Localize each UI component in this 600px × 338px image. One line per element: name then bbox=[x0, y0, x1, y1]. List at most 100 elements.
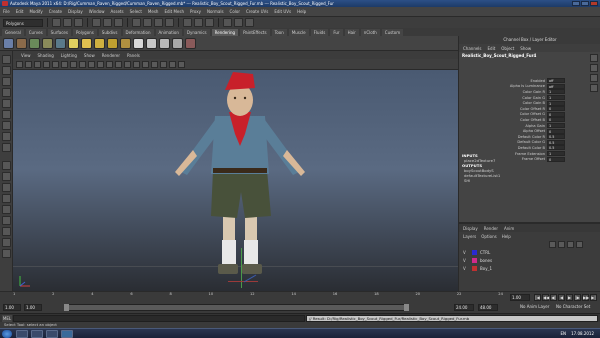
shelf-tab-subdivs[interactable]: Subdivs bbox=[98, 28, 121, 36]
attribute-name[interactable]: Alpha Is Luminance bbox=[459, 84, 547, 88]
animation-end-field[interactable]: 48.00 bbox=[478, 304, 498, 311]
resolution-gate-icon[interactable] bbox=[70, 60, 77, 68]
attribute-value[interactable]: 1 bbox=[547, 100, 565, 106]
layer-tab-display[interactable]: Display bbox=[463, 226, 478, 231]
dope-sheet-layout-icon[interactable] bbox=[2, 238, 11, 247]
textured-icon[interactable] bbox=[142, 60, 149, 68]
new-empty-layer-icon[interactable] bbox=[567, 240, 574, 248]
layer-visibility-toggle[interactable]: V bbox=[463, 266, 469, 271]
four-pane-layout-icon[interactable] bbox=[2, 172, 11, 181]
render-icon[interactable] bbox=[16, 37, 27, 49]
playback-button[interactable]: ▶ bbox=[566, 294, 573, 301]
blinn-icon[interactable] bbox=[146, 37, 157, 49]
layer-row[interactable]: V CTRL bbox=[459, 248, 600, 256]
attribute-value[interactable]: 0.5 bbox=[547, 145, 565, 151]
attribute-value[interactable]: 1 bbox=[547, 95, 565, 101]
tool-settings-toggle-icon[interactable] bbox=[234, 18, 243, 27]
anisotropic-icon[interactable] bbox=[172, 37, 183, 49]
playback-button[interactable]: ▶▶ bbox=[582, 294, 589, 301]
field-chart-icon[interactable] bbox=[88, 60, 95, 68]
layer-tab-render[interactable]: Render bbox=[484, 226, 498, 231]
shelf-tab-custom[interactable]: Custom bbox=[381, 28, 404, 36]
attribute-name[interactable]: Default Color B bbox=[459, 146, 547, 150]
shelf-tab-deformation[interactable]: Deformation bbox=[122, 28, 154, 36]
attribute-name[interactable]: Color Gain R bbox=[459, 90, 547, 94]
render-settings-icon[interactable] bbox=[205, 18, 214, 27]
panel-menu-view[interactable]: View bbox=[21, 53, 31, 58]
move-tool-icon[interactable] bbox=[2, 88, 11, 97]
range-end-handle[interactable] bbox=[404, 304, 409, 311]
grid-icon[interactable] bbox=[52, 60, 59, 68]
playback-button[interactable]: ◀◀ bbox=[542, 294, 549, 301]
ipr-icon[interactable] bbox=[29, 37, 40, 49]
attribute-value[interactable]: 0 bbox=[547, 156, 565, 162]
menu-color[interactable]: Color bbox=[230, 9, 240, 14]
shelf-tab-animation[interactable]: Animation bbox=[155, 28, 182, 36]
shelf-tab-painteffects[interactable]: PaintEffects bbox=[240, 28, 270, 36]
shelf-tab-curves[interactable]: Curves bbox=[25, 28, 46, 36]
attribute-name[interactable]: Color Offset G bbox=[459, 112, 547, 116]
scale-tool-icon[interactable] bbox=[2, 110, 11, 119]
minimize-button[interactable] bbox=[572, 1, 580, 6]
playback-start-field[interactable]: 1.00 bbox=[24, 304, 42, 311]
menu-edit-uvs[interactable]: Edit UVs bbox=[274, 9, 291, 14]
menu-display[interactable]: Display bbox=[68, 9, 83, 14]
lambert-icon[interactable] bbox=[133, 37, 144, 49]
menu-select[interactable]: Select bbox=[130, 9, 142, 14]
menu-normals[interactable]: Normals bbox=[207, 9, 224, 14]
rotate-tool-icon[interactable] bbox=[2, 99, 11, 108]
shelf-tab-toon[interactable]: Toon bbox=[271, 28, 287, 36]
playback-button[interactable]: ◀| bbox=[550, 294, 557, 301]
select-tool-icon[interactable] bbox=[2, 55, 11, 64]
panel-menu-panels[interactable]: Panels bbox=[127, 53, 140, 58]
attribute-name[interactable]: Enabled bbox=[459, 79, 547, 83]
show-manipulator-icon[interactable] bbox=[2, 143, 11, 152]
anim-layer-dropdown[interactable]: No Anim Layer bbox=[520, 304, 549, 309]
mel-input[interactable] bbox=[13, 315, 305, 322]
playback-button[interactable]: ▶| bbox=[590, 294, 597, 301]
new-scene-icon[interactable] bbox=[52, 18, 61, 27]
attribute-value[interactable]: 1 bbox=[547, 123, 565, 129]
media-player-icon[interactable] bbox=[46, 330, 58, 338]
snap-surface-icon[interactable] bbox=[165, 18, 174, 27]
shelf-tab-dynamics[interactable]: Dynamics bbox=[183, 28, 210, 36]
shelf-tab-general[interactable]: General bbox=[2, 28, 24, 36]
shelf-tab-muscle[interactable]: Muscle bbox=[288, 28, 309, 36]
layer-name[interactable]: Boy_1 bbox=[480, 266, 492, 271]
isolate-select-icon[interactable] bbox=[178, 60, 185, 68]
attribute-name[interactable]: Default Color R bbox=[459, 135, 547, 139]
playback-button[interactable]: |▶ bbox=[574, 294, 581, 301]
menu-file[interactable]: File bbox=[3, 9, 10, 14]
layer-color-swatch[interactable] bbox=[472, 249, 477, 255]
attribute-value[interactable]: 0.5 bbox=[547, 139, 565, 145]
shelf-tab-rendering[interactable]: Rendering bbox=[211, 28, 239, 36]
smooth-shade-icon[interactable] bbox=[124, 60, 131, 68]
camera-icon[interactable] bbox=[185, 37, 196, 49]
gate-mask-icon[interactable] bbox=[79, 60, 86, 68]
wireframe-icon[interactable] bbox=[115, 60, 122, 68]
snap-point-icon[interactable] bbox=[154, 18, 163, 27]
layer-name[interactable]: CTRL bbox=[480, 250, 490, 255]
attribute-name[interactable]: Alpha Gain bbox=[459, 124, 547, 128]
paint-select-tool-icon[interactable] bbox=[2, 77, 11, 86]
range-start-handle[interactable] bbox=[64, 304, 69, 311]
shelf-tab-surfaces[interactable]: Surfaces bbox=[47, 28, 71, 36]
use-all-lights-icon[interactable] bbox=[151, 60, 158, 68]
lasso-tool-icon[interactable] bbox=[2, 66, 11, 75]
select-object-icon[interactable] bbox=[103, 18, 112, 27]
snap-curve-icon[interactable] bbox=[143, 18, 152, 27]
xray-icon[interactable] bbox=[169, 60, 176, 68]
side-by-side-layout-icon[interactable] bbox=[2, 183, 11, 192]
shelf-tab-hair[interactable]: Hair bbox=[344, 28, 359, 36]
attribute-name[interactable]: Color Gain G bbox=[459, 96, 547, 100]
layer-editor-toggle-icon[interactable] bbox=[590, 64, 598, 72]
panel-menu-lighting[interactable]: Lighting bbox=[61, 53, 77, 58]
menu-modify[interactable]: Modify bbox=[29, 9, 42, 14]
attribute-value[interactable]: 1 bbox=[547, 151, 565, 157]
menu-edit[interactable]: Edit bbox=[16, 9, 24, 14]
select-hierarchy-icon[interactable] bbox=[92, 18, 101, 27]
mel-label[interactable]: MEL bbox=[2, 315, 12, 322]
menu-window[interactable]: Window bbox=[89, 9, 105, 14]
hypershade-icon[interactable] bbox=[55, 37, 66, 49]
explorer-icon[interactable] bbox=[16, 330, 28, 338]
